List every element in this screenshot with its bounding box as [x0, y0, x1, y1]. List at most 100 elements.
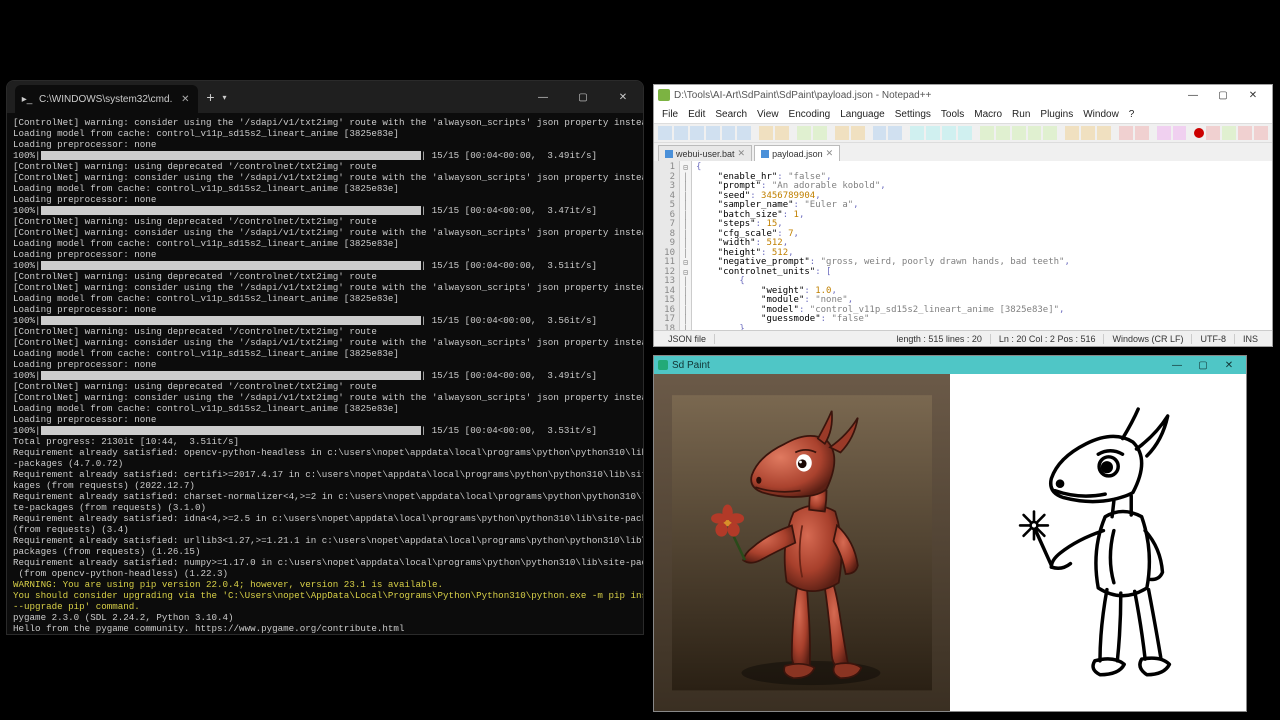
- open-icon[interactable]: [674, 126, 688, 140]
- unfold-icon[interactable]: [1043, 126, 1057, 140]
- sdpaint-body: [654, 374, 1246, 711]
- save-macro-icon[interactable]: [1254, 126, 1268, 140]
- record-icon[interactable]: [1194, 128, 1204, 138]
- maximize-button[interactable]: ▢: [563, 81, 603, 113]
- tab-label: webui-user.bat: [676, 149, 735, 159]
- npp-editor: 1234567891011121314151617181920 ⊟│││││││…: [654, 161, 1272, 330]
- cmd-window: ▸_ C:\WINDOWS\system32\cmd. ✕ + ▾ ― ▢ ✕ …: [6, 80, 644, 635]
- file-icon: [761, 150, 769, 158]
- status-filetype: JSON file: [660, 334, 715, 344]
- cmd-titlebar[interactable]: ▸_ C:\WINDOWS\system32\cmd. ✕ + ▾ ― ▢ ✕: [7, 81, 643, 113]
- file-tab[interactable]: webui-user.bat✕: [658, 145, 752, 161]
- close-button[interactable]: ✕: [1216, 360, 1242, 371]
- play-icon[interactable]: [1222, 126, 1236, 140]
- save-all-icon[interactable]: [706, 126, 720, 140]
- fold-icon[interactable]: [1028, 126, 1042, 140]
- hide-lines-icon[interactable]: [1065, 126, 1079, 140]
- close-icon[interactable]: ✕: [738, 148, 746, 159]
- status-encoding: UTF-8: [1192, 334, 1235, 344]
- menu-run[interactable]: Run: [1008, 109, 1034, 120]
- file-icon: [665, 150, 673, 158]
- close-button[interactable]: ✕: [1238, 86, 1268, 104]
- find-icon[interactable]: [873, 126, 887, 140]
- close-button[interactable]: ✕: [603, 81, 643, 113]
- doc-map-icon[interactable]: [1081, 126, 1095, 140]
- close-all-icon[interactable]: [737, 126, 751, 140]
- kobold-render-image: [672, 381, 932, 705]
- status-insert: INS: [1235, 334, 1266, 344]
- zoom-in-icon[interactable]: [910, 126, 924, 140]
- cmd-tab[interactable]: ▸_ C:\WINDOWS\system32\cmd. ✕: [15, 85, 198, 113]
- close-icon[interactable]: ✕: [826, 148, 834, 159]
- indent-icon[interactable]: [1012, 126, 1026, 140]
- menu-settings[interactable]: Settings: [891, 109, 935, 120]
- paste-icon[interactable]: [813, 126, 827, 140]
- file-tab[interactable]: payload.json✕: [754, 145, 840, 161]
- sdpaint-titlebar[interactable]: Sd Paint ― ▢ ✕: [654, 356, 1246, 374]
- menu-view[interactable]: View: [753, 109, 783, 120]
- sdpaint-window: Sd Paint ― ▢ ✕: [653, 355, 1247, 712]
- sketch-canvas-panel[interactable]: [950, 374, 1246, 711]
- menu-edit[interactable]: Edit: [684, 109, 709, 120]
- show-all-icon[interactable]: [996, 126, 1010, 140]
- fold-margin[interactable]: ⊟│││││││││⊟⊟││││││││: [680, 161, 692, 330]
- cmd-tab-title: C:\WINDOWS\system32\cmd.: [39, 94, 172, 105]
- npp-tabbar: webui-user.bat✕payload.json✕: [654, 143, 1272, 161]
- menu-macro[interactable]: Macro: [970, 109, 1006, 120]
- workspace-icon[interactable]: [1135, 126, 1149, 140]
- line-numbers: 1234567891011121314151617181920: [654, 161, 680, 330]
- doc-icon[interactable]: [1173, 126, 1187, 140]
- redo-icon[interactable]: [851, 126, 865, 140]
- npp-toolbar: [654, 123, 1272, 143]
- new-icon[interactable]: [658, 126, 672, 140]
- close-icon[interactable]: [722, 126, 736, 140]
- zoom-out-icon[interactable]: [926, 126, 940, 140]
- npp-title: D:\Tools\AI-Art\SdPaint\SdPaint\payload.…: [674, 90, 1178, 101]
- replace-icon[interactable]: [888, 126, 902, 140]
- print-icon[interactable]: [759, 126, 773, 140]
- menu-window[interactable]: Window: [1079, 109, 1123, 120]
- cmd-output[interactable]: [ControlNet] warning: consider using the…: [7, 113, 643, 634]
- minimize-button[interactable]: ―: [1178, 86, 1208, 104]
- stop-icon[interactable]: [1206, 126, 1220, 140]
- close-icon[interactable]: ✕: [178, 92, 192, 106]
- menu-search[interactable]: Search: [711, 109, 751, 120]
- monitor-icon[interactable]: [1119, 126, 1133, 140]
- cmd-icon: ▸_: [21, 93, 33, 105]
- generated-image-panel[interactable]: [654, 374, 950, 711]
- tab-dropdown-icon[interactable]: ▾: [223, 93, 227, 102]
- sdpaint-title: Sd Paint: [672, 360, 1164, 371]
- status-position: Ln : 20 Col : 2 Pos : 516: [991, 334, 1105, 344]
- tab-label: payload.json: [772, 149, 823, 159]
- func-list-icon[interactable]: [1097, 126, 1111, 140]
- menu-file[interactable]: File: [658, 109, 682, 120]
- wrap-icon[interactable]: [980, 126, 994, 140]
- npp-statusbar: JSON file length : 515 lines : 20 Ln : 2…: [654, 330, 1272, 346]
- npp-titlebar[interactable]: D:\Tools\AI-Art\SdPaint\SdPaint\payload.…: [654, 85, 1272, 105]
- copy-icon[interactable]: [797, 126, 811, 140]
- notepadpp-window: D:\Tools\AI-Art\SdPaint\SdPaint\payload.…: [653, 84, 1273, 347]
- undo-icon[interactable]: [835, 126, 849, 140]
- menu-encoding[interactable]: Encoding: [785, 109, 835, 120]
- cut-icon[interactable]: [775, 126, 789, 140]
- menu-?[interactable]: ?: [1125, 109, 1139, 120]
- run-multi-icon[interactable]: [1238, 126, 1252, 140]
- save-icon[interactable]: [690, 126, 704, 140]
- code-area[interactable]: { "enable_hr": "false", "prompt": "An ad…: [692, 161, 1272, 330]
- folder-icon[interactable]: [1157, 126, 1171, 140]
- status-length: length : 515 lines : 20: [888, 334, 991, 344]
- menu-language[interactable]: Language: [836, 109, 889, 120]
- maximize-button[interactable]: ▢: [1208, 86, 1238, 104]
- notepadpp-icon: [658, 89, 670, 101]
- maximize-button[interactable]: ▢: [1190, 360, 1216, 371]
- sdpaint-icon: [658, 360, 668, 370]
- menu-plugins[interactable]: Plugins: [1036, 109, 1077, 120]
- sync-h-icon[interactable]: [958, 126, 972, 140]
- menu-tools[interactable]: Tools: [937, 109, 968, 120]
- minimize-button[interactable]: ―: [523, 81, 563, 113]
- status-eol: Windows (CR LF): [1104, 334, 1192, 344]
- minimize-button[interactable]: ―: [1164, 360, 1190, 371]
- new-tab-button[interactable]: +: [198, 89, 222, 105]
- sync-v-icon[interactable]: [942, 126, 956, 140]
- npp-menubar: FileEditSearchViewEncodingLanguageSettin…: [654, 105, 1272, 123]
